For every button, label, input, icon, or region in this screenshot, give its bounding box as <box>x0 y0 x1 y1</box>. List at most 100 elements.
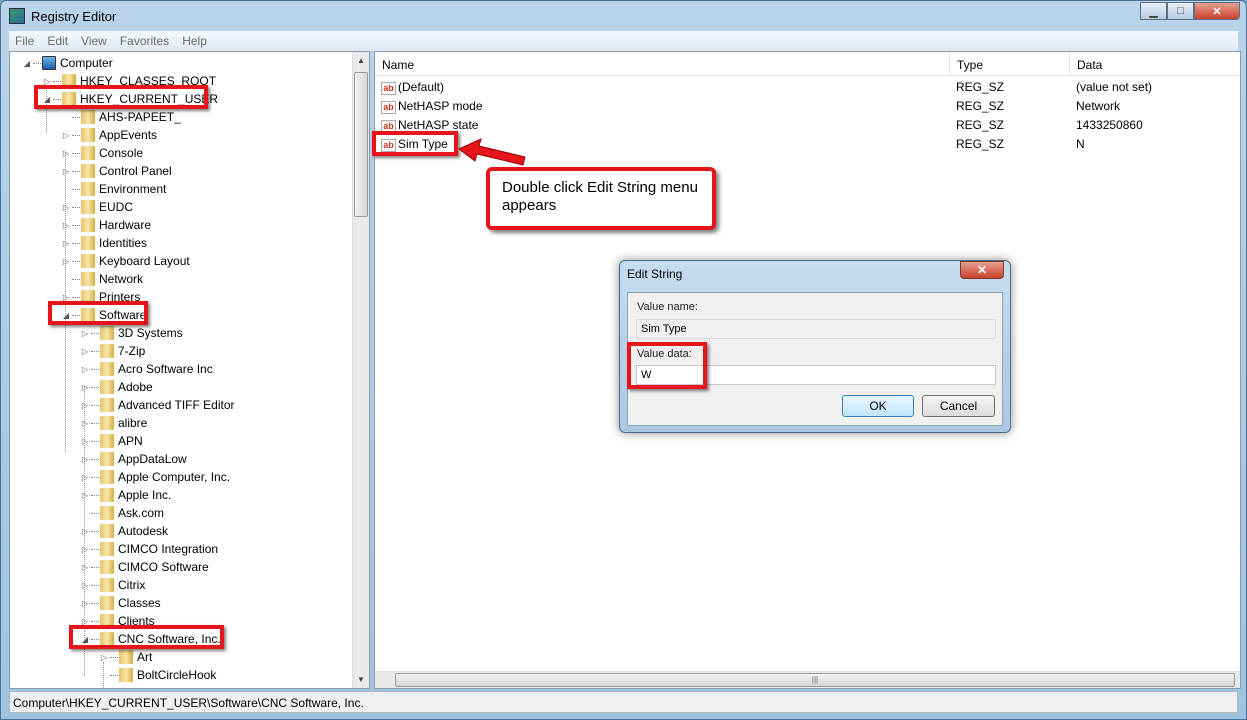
expand-icon[interactable]: ▷ <box>80 527 90 536</box>
expand-icon[interactable]: ▷ <box>80 563 90 572</box>
value-row[interactable]: ab (Default) REG_SZ (value not set) <box>375 78 1240 97</box>
collapse-icon[interactable]: ◢ <box>22 59 32 68</box>
value-row[interactable]: ab NetHASP mode REG_SZ Network <box>375 97 1240 116</box>
menu-favorites[interactable]: Favorites <box>120 34 169 48</box>
tree-item[interactable]: ▷ Acro Software Inc <box>80 360 213 378</box>
dialog-close-button[interactable]: ✕ <box>960 261 1004 279</box>
column-type[interactable]: Type <box>950 52 1070 76</box>
ok-button[interactable]: OK <box>842 395 914 417</box>
tree-item[interactable]: ▷ Advanced TIFF Editor <box>80 396 235 414</box>
expand-icon[interactable]: ▷ <box>99 653 109 662</box>
tree-item-label: 7-Zip <box>118 344 146 358</box>
tree-item[interactable]: ▷ EUDC <box>61 198 133 216</box>
expand-icon[interactable]: ▷ <box>80 545 90 554</box>
folder-icon <box>100 344 114 358</box>
tree-item[interactable]: ▷ alibre <box>80 414 147 432</box>
tree-item[interactable]: Ask.com <box>80 504 164 522</box>
tree-item[interactable]: ▷ APN <box>80 432 143 450</box>
maximize-button[interactable]: □ <box>1167 2 1194 20</box>
value-name: ab NetHASP mode <box>381 99 483 114</box>
minimize-button[interactable]: ▁ <box>1140 2 1167 20</box>
expand-icon[interactable]: ▷ <box>80 473 90 482</box>
value-row[interactable]: ab NetHASP state REG_SZ 1433250860 <box>375 116 1240 135</box>
tree-item-label: Network <box>99 272 144 286</box>
folder-icon <box>100 578 114 592</box>
hscroll-thumb[interactable]: ||| <box>395 673 1235 687</box>
expand-icon[interactable]: ▷ <box>80 599 90 608</box>
tree-item[interactable]: ▷ 7-Zip <box>80 342 145 360</box>
scroll-down-icon[interactable]: ▼ <box>353 675 369 684</box>
expand-icon[interactable]: ▷ <box>61 221 71 230</box>
tree-item[interactable]: ▷ Apple Inc. <box>80 486 171 504</box>
expand-icon[interactable]: ▷ <box>80 365 90 374</box>
tree-connector <box>33 62 41 64</box>
scroll-thumb[interactable] <box>354 72 368 217</box>
tree-connector <box>72 134 80 136</box>
folder-icon <box>119 668 133 682</box>
expand-icon[interactable]: ▷ <box>61 257 71 266</box>
menu-file[interactable]: File <box>15 34 34 48</box>
expand-icon[interactable]: ▷ <box>80 329 90 338</box>
expand-icon[interactable]: ▷ <box>61 167 71 176</box>
column-name[interactable]: Name <box>375 52 950 76</box>
cancel-button[interactable]: Cancel <box>922 395 995 417</box>
expand-icon[interactable]: ▷ <box>80 455 90 464</box>
value-name-label: Value name: <box>637 301 698 313</box>
expand-icon[interactable]: ▷ <box>80 383 90 392</box>
column-data[interactable]: Data <box>1070 52 1240 76</box>
expand-icon[interactable]: ▷ <box>80 437 90 446</box>
tree-item[interactable]: ▷ AppEvents <box>61 126 157 144</box>
tree-item[interactable]: ▷ 3D Systems <box>80 324 183 342</box>
tree-connector <box>53 80 61 82</box>
tree-item[interactable]: ◢ Computer <box>22 54 113 72</box>
expand-icon[interactable]: ▷ <box>61 131 71 140</box>
tree-item[interactable]: ▷ AppDataLow <box>80 450 187 468</box>
tree-item[interactable]: ▷ Identities <box>61 234 147 252</box>
folder-icon <box>81 236 95 250</box>
tree-item[interactable]: ▷ Control Panel <box>61 162 172 180</box>
tree-connector <box>91 368 99 370</box>
expand-icon[interactable]: ▷ <box>80 581 90 590</box>
tree-item[interactable]: BoltCircleHook <box>99 666 216 684</box>
tree-item-label: Adobe <box>118 380 153 394</box>
tree-item[interactable]: ▷ CIMCO Software <box>80 558 209 576</box>
expand-icon[interactable]: ▷ <box>61 239 71 248</box>
tree-item[interactable]: ▷ Art <box>99 648 152 666</box>
tree-vertical-scrollbar[interactable]: ▲ ▼ <box>352 52 369 688</box>
menu-help[interactable]: Help <box>182 34 207 48</box>
tree-item[interactable]: ▷ Console <box>61 144 143 162</box>
tree-item[interactable]: Network <box>61 270 143 288</box>
tree-item[interactable]: ▷ Autodesk <box>80 522 168 540</box>
tree-item[interactable]: ▷ CIMCO Integration <box>80 540 218 558</box>
expand-icon[interactable]: ▷ <box>80 419 90 428</box>
menu-view[interactable]: View <box>81 34 107 48</box>
expand-icon[interactable]: ▷ <box>80 491 90 500</box>
tree-item-label: Classes <box>118 596 161 610</box>
tree-item[interactable]: AHS-PAPEET_ <box>61 108 181 126</box>
value-type: REG_SZ <box>956 80 1005 94</box>
tree-item[interactable]: ▷ Apple Computer, Inc. <box>80 468 230 486</box>
expand-icon[interactable]: ▷ <box>80 347 90 356</box>
tree-item-label: Console <box>99 146 144 160</box>
highlight-software <box>48 301 148 325</box>
string-value-icon: ab <box>381 101 396 114</box>
expand-icon[interactable]: ▷ <box>61 203 71 212</box>
tree-item[interactable]: ▷ Adobe <box>80 378 153 396</box>
menu-edit[interactable]: Edit <box>47 34 68 48</box>
tree-connector <box>72 170 80 172</box>
close-button[interactable]: ✕ <box>1194 2 1240 20</box>
tree-connector <box>91 440 99 442</box>
tree-item[interactable]: ▷ Classes <box>80 594 161 612</box>
folder-icon <box>100 362 114 376</box>
tree-item[interactable]: Environment <box>61 180 166 198</box>
tree-item[interactable]: ▷ Hardware <box>61 216 151 234</box>
scroll-up-icon[interactable]: ▲ <box>353 56 369 65</box>
tree-item-label: BoltCircleHook <box>137 668 217 682</box>
value-name-text: NetHASP state <box>398 118 479 132</box>
tree-item[interactable]: ▷ Keyboard Layout <box>61 252 190 270</box>
tree-item[interactable]: ▷ Citrix <box>80 576 145 594</box>
expand-icon[interactable]: ▷ <box>80 401 90 410</box>
expand-icon[interactable]: ▷ <box>61 149 71 158</box>
values-horizontal-scrollbar[interactable]: ||| <box>375 671 1240 688</box>
folder-icon <box>100 452 114 466</box>
